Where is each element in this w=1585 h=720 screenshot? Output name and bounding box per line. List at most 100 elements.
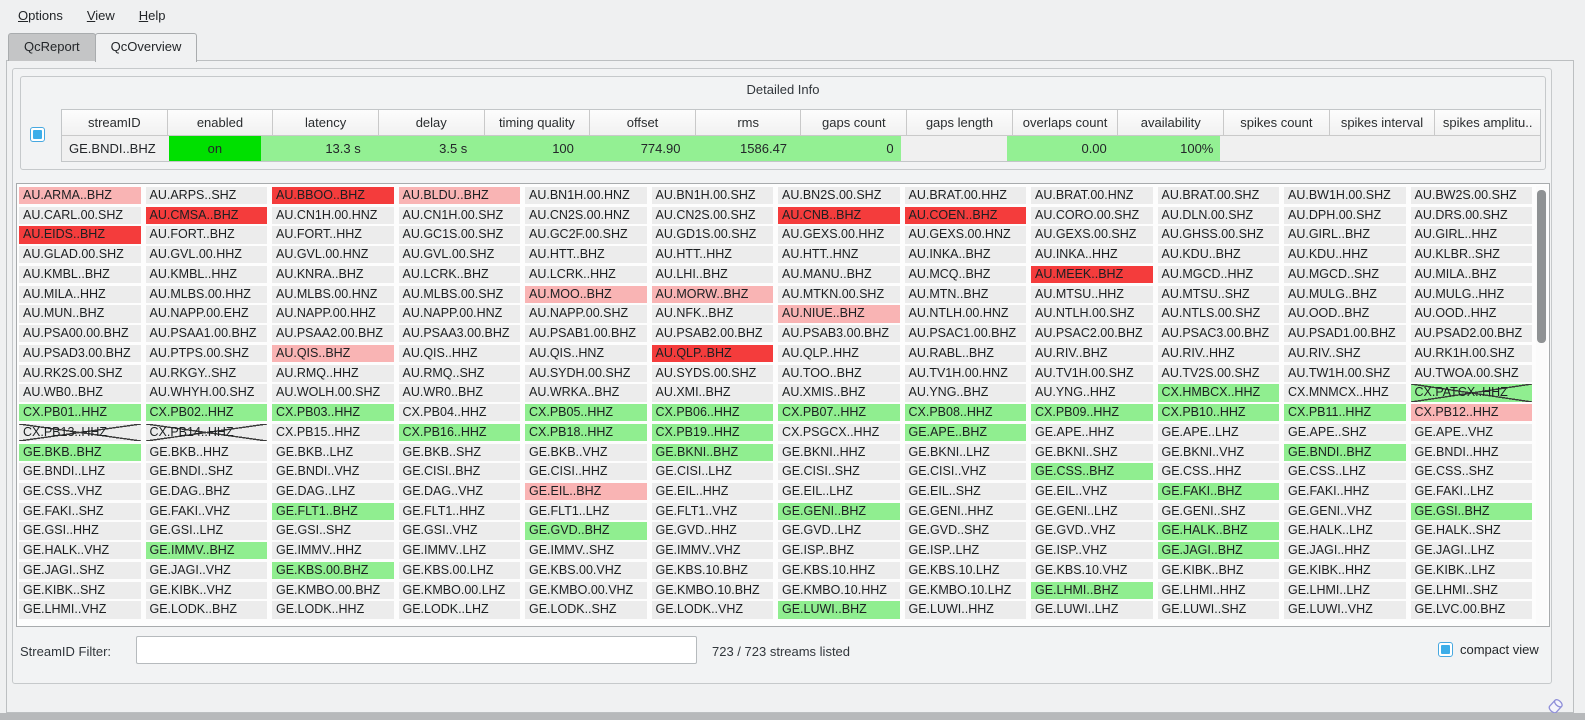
stream-cell[interactable]: CX.PB08..HHZ — [905, 404, 1027, 421]
stream-cell[interactable]: AU.BW1H.00.SHZ — [1284, 187, 1406, 204]
stream-cell[interactable]: AU.TWOA.00.SHZ — [1411, 365, 1533, 382]
stream-cell[interactable]: GE.LODK..VHZ — [652, 601, 774, 618]
stream-cell[interactable]: GE.FLT1..VHZ — [652, 503, 774, 520]
stream-cell[interactable]: GE.BKNI..VHZ — [1158, 444, 1280, 461]
stream-cell[interactable]: AU.WRKA..BHZ — [525, 384, 647, 401]
detail-col-header[interactable]: rms — [696, 110, 802, 136]
stream-cell[interactable]: AU.CMSA..BHZ — [146, 207, 268, 224]
stream-cell[interactable]: GE.GENI..LHZ — [1031, 503, 1153, 520]
stream-cell[interactable]: AU.OOD..HHZ — [1411, 305, 1533, 322]
stream-cell[interactable]: GE.FLT1..BHZ — [272, 503, 394, 520]
stream-cell[interactable]: CX.PB10..HHZ — [1158, 404, 1280, 421]
stream-cell[interactable]: AU.ARPS..SHZ — [146, 187, 268, 204]
stream-cell[interactable]: AU.GEXS.00.HHZ — [778, 226, 900, 243]
stream-cell[interactable]: GE.LODK..BHZ — [146, 601, 268, 618]
stream-cell[interactable]: GE.HALK..LHZ — [1284, 522, 1406, 539]
stream-cell[interactable]: GE.GVD..SHZ — [905, 522, 1027, 539]
stream-cell[interactable]: AU.PSAB1.00.BHZ — [525, 325, 647, 342]
stream-cell[interactable]: GE.KBS.00.LHZ — [399, 562, 521, 579]
stream-cell[interactable]: GE.KIBK..SHZ — [19, 582, 141, 599]
detail-col-header[interactable]: streamID — [62, 110, 168, 136]
stream-cell[interactable]: AU.MUN..BHZ — [19, 305, 141, 322]
stream-cell[interactable]: GE.KMBO.00.VHZ — [525, 582, 647, 599]
stream-cell[interactable]: AU.NTLS.00.SHZ — [1158, 305, 1280, 322]
stream-cell[interactable]: AU.HTT..HHZ — [652, 246, 774, 263]
stream-cell[interactable]: GE.CSS..VHZ — [19, 483, 141, 500]
stream-cell[interactable]: GE.KBS.10.LHZ — [905, 562, 1027, 579]
stream-cell[interactable]: GE.BNDI..HHZ — [1411, 444, 1533, 461]
scrollbar-thumb[interactable] — [1537, 190, 1546, 343]
detail-col-header[interactable]: gaps count — [801, 110, 907, 136]
stream-cell[interactable]: GE.GENI..SHZ — [1158, 503, 1280, 520]
detail-col-header[interactable]: offset — [590, 110, 696, 136]
stream-cell[interactable]: AU.CN2S.00.SHZ — [652, 207, 774, 224]
stream-cell[interactable]: GE.LUWI..HHZ — [905, 601, 1027, 618]
stream-cell[interactable]: AU.BLDU..BHZ — [399, 187, 521, 204]
tab-qcoverview[interactable]: QcOverview — [95, 33, 198, 62]
stream-cell[interactable]: AU.MEEK..BHZ — [1031, 266, 1153, 283]
stream-cell[interactable]: GE.KIBK..HHZ — [1284, 562, 1406, 579]
stream-cell[interactable]: GE.HALK..BHZ — [1158, 522, 1280, 539]
stream-cell[interactable]: GE.BKB..HHZ — [146, 444, 268, 461]
stream-cell[interactable]: AU.MLBS.00.HNZ — [272, 286, 394, 303]
stream-cell[interactable]: GE.BKNI..BHZ — [652, 444, 774, 461]
stream-cell[interactable]: GE.BKNI..LHZ — [905, 444, 1027, 461]
stream-cell[interactable]: AU.PSA00.00.BHZ — [19, 325, 141, 342]
stream-cell[interactable]: AU.KDU..BHZ — [1158, 246, 1280, 263]
stream-cell[interactable]: AU.MORW..BHZ — [652, 286, 774, 303]
stream-cell[interactable]: GE.FAKI..BHZ — [1158, 483, 1280, 500]
stream-cell[interactable]: GE.ISP..LHZ — [905, 542, 1027, 559]
stream-cell[interactable]: AU.DPH.00.SHZ — [1284, 207, 1406, 224]
stream-cell[interactable]: GE.GVD..VHZ — [1031, 522, 1153, 539]
stream-cell[interactable]: GE.JAGI..BHZ — [1158, 542, 1280, 559]
stream-cell[interactable]: AU.PTPS.00.SHZ — [146, 345, 268, 362]
stream-cell[interactable]: AU.INKA..BHZ — [905, 246, 1027, 263]
stream-cell[interactable]: AU.MLBS.00.SHZ — [399, 286, 521, 303]
stream-cell[interactable]: AU.TV1H.00.SHZ — [1031, 365, 1153, 382]
stream-cell[interactable]: GE.GSI..VHZ — [399, 522, 521, 539]
stream-cell[interactable]: AU.BN2S.00.SHZ — [778, 187, 900, 204]
stream-cell[interactable]: GE.JAGI..LHZ — [1411, 542, 1533, 559]
stream-cell[interactable]: AU.NAPP.00.HHZ — [272, 305, 394, 322]
stream-cell[interactable]: CX.HMBCX..HHZ — [1158, 384, 1280, 401]
stream-cell[interactable]: CX.PB02..HHZ — [146, 404, 268, 421]
stream-cell[interactable]: AU.QLP..HHZ — [778, 345, 900, 362]
stream-cell[interactable]: GE.EIL..SHZ — [905, 483, 1027, 500]
stream-cell[interactable]: AU.GIRL..BHZ — [1284, 226, 1406, 243]
stream-cell[interactable]: GE.IMMV..LHZ — [399, 542, 521, 559]
stream-cell[interactable]: AU.RIV..HHZ — [1158, 345, 1280, 362]
stream-cell[interactable]: GE.DAG..BHZ — [146, 483, 268, 500]
stream-cell[interactable]: AU.DLN.00.SHZ — [1158, 207, 1280, 224]
stream-cell[interactable]: GE.GVD..HHZ — [652, 522, 774, 539]
detail-col-header[interactable]: spikes amplitu.. — [1435, 110, 1540, 136]
stream-cell[interactable]: CX.PB05..HHZ — [525, 404, 647, 421]
stream-cell[interactable]: AU.NFK..BHZ — [652, 305, 774, 322]
stream-cell[interactable]: GE.HALK..VHZ — [19, 542, 141, 559]
stream-cell[interactable]: CX.PATCX..HHZ — [1411, 384, 1533, 401]
stream-cell[interactable]: GE.FAKI..LHZ — [1411, 483, 1533, 500]
stream-cell[interactable]: GE.EIL..LHZ — [778, 483, 900, 500]
stream-cell[interactable]: AU.BRAT.00.SHZ — [1158, 187, 1280, 204]
stream-cell[interactable]: GE.FLT1..HHZ — [399, 503, 521, 520]
stream-cell[interactable]: AU.RIV..BHZ — [1031, 345, 1153, 362]
stream-cell[interactable]: AU.WR0..BHZ — [399, 384, 521, 401]
stream-cell[interactable]: AU.TW1H.00.SHZ — [1284, 365, 1406, 382]
stream-cell[interactable]: AU.WB0..BHZ — [19, 384, 141, 401]
stream-cell[interactable]: GE.EIL..BHZ — [525, 483, 647, 500]
stream-cell[interactable]: GE.GENI..HHZ — [905, 503, 1027, 520]
stream-cell[interactable]: AU.QLP..BHZ — [652, 345, 774, 362]
stream-cell[interactable]: AU.KLBR..SHZ — [1411, 246, 1533, 263]
stream-cell[interactable]: AU.RMQ..SHZ — [399, 365, 521, 382]
stream-cell[interactable]: CX.PB06..HHZ — [652, 404, 774, 421]
stream-cell[interactable]: AU.PSAC3.00.BHZ — [1158, 325, 1280, 342]
stream-cell[interactable]: GE.IMMV..SHZ — [525, 542, 647, 559]
stream-cell[interactable]: AU.BBOO..BHZ — [272, 187, 394, 204]
stream-cell[interactable]: GE.APE..SHZ — [1284, 424, 1406, 441]
detail-col-header[interactable]: gaps length — [907, 110, 1013, 136]
stream-cell[interactable]: CX.PB15..HHZ — [272, 424, 394, 441]
stream-cell[interactable]: GE.CISI..LHZ — [652, 463, 774, 480]
stream-cell[interactable]: AU.PSAC2.00.BHZ — [1031, 325, 1153, 342]
stream-cell[interactable]: GE.DAG..VHZ — [399, 483, 521, 500]
stream-cell[interactable]: GE.KBS.00.VHZ — [525, 562, 647, 579]
stream-cell[interactable]: AU.PSAC1.00.BHZ — [905, 325, 1027, 342]
